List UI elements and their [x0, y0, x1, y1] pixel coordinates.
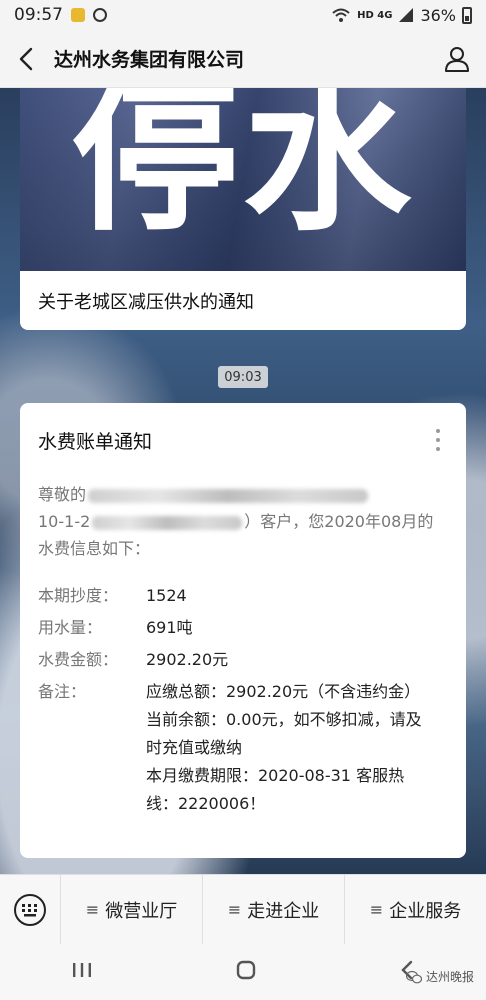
bill-notification-card[interactable]: 水费账单通知 尊敬的 10-1-2 ）客户，您2020年08月的 水费信息如下： … — [20, 403, 466, 858]
status-time: 09:57 — [14, 5, 63, 25]
field-label: 用水量： — [38, 618, 103, 637]
home-icon — [236, 960, 256, 980]
menu-icon: ≡ — [85, 900, 100, 919]
wifi-icon — [332, 8, 350, 22]
back-arrow-icon — [19, 47, 33, 70]
greeting-line3: 水费信息如下： — [38, 539, 151, 558]
cover-text: 停水 — [71, 88, 415, 254]
redacted-account — [92, 515, 243, 530]
bottom-menu: ≡ 微营业厅 ≡ 走进企业 ≡ 企业服务 — [0, 874, 486, 944]
bill-fields: 本期抄度： 1524 用水量： 691吨 水费金额： 2902.20元 备注： … — [38, 580, 448, 818]
remark-line: 当前余额：0.00元，如不够扣减，请及 — [146, 710, 422, 729]
field-value: 1524 — [146, 586, 187, 605]
remark-line: 应缴总额：2902.20元（不含违约金） — [146, 682, 421, 701]
keyboard-icon — [14, 893, 46, 926]
watermark: 达州晚报 — [405, 968, 474, 985]
field-amount: 水费金额： 2902.20元 — [38, 644, 448, 676]
remark-line: 时充值或缴纳 — [146, 738, 243, 757]
menu-icon: ≡ — [369, 900, 384, 919]
keyboard-toggle-button[interactable] — [0, 875, 60, 944]
bill-greeting: 尊敬的 10-1-2 ）客户，您2020年08月的 水费信息如下： — [38, 481, 448, 562]
field-label: 本期抄度： — [38, 586, 119, 605]
sync-icon — [93, 8, 107, 22]
account-button[interactable] — [442, 44, 472, 74]
dot-icon — [436, 438, 440, 442]
field-usage: 用水量： 691吨 — [38, 612, 448, 644]
bill-title: 水费账单通知 — [38, 430, 153, 453]
watermark-text: 达州晚报 — [425, 970, 474, 984]
field-label: 水费金额： — [38, 650, 119, 669]
more-options-button[interactable] — [428, 425, 448, 455]
field-remark: 备注： 应缴总额：2902.20元（不含违约金） 当前余额：0.00元，如不够扣… — [38, 676, 448, 818]
menu-item-service-hall[interactable]: ≡ 微营业厅 — [60, 875, 202, 944]
menu-label: 微营业厅 — [105, 900, 178, 922]
network-indicator: HD 4G — [357, 9, 393, 21]
status-bar: 09:57 HD 4G 36% — [0, 0, 486, 30]
dot-icon — [436, 447, 440, 451]
menu-item-about-company[interactable]: ≡ 走进企业 — [202, 875, 344, 944]
menu-label: 走进企业 — [247, 900, 320, 922]
nav-bar: 达州水务集团有限公司 — [0, 30, 486, 88]
dot-icon — [436, 429, 440, 433]
battery-icon — [462, 6, 472, 24]
back-button[interactable] — [14, 44, 38, 74]
remark-line: 线：2220006！ — [146, 794, 266, 813]
field-reading: 本期抄度： 1524 — [38, 580, 448, 612]
home-button[interactable] — [235, 959, 257, 985]
wechat-icon — [405, 970, 422, 983]
field-value: 2902.20元 — [146, 650, 229, 669]
notification-icon — [71, 8, 85, 22]
field-value: 691吨 — [146, 618, 193, 637]
menu-label: 企业服务 — [389, 900, 462, 922]
page-title: 达州水务集团有限公司 — [54, 49, 245, 71]
redacted-name — [88, 488, 369, 503]
recent-apps-button[interactable] — [71, 960, 93, 984]
signal-icon — [399, 8, 414, 22]
greeting-account-prefix: 10-1-2 — [38, 512, 91, 531]
remark-line: 本月缴费期限：2020-08-31 客服热 — [146, 766, 405, 785]
greeting-prefix: 尊敬的 — [38, 485, 87, 504]
article-cover-image: 停水 — [20, 88, 466, 271]
remark-text: 应缴总额：2902.20元（不含违约金） 当前余额：0.00元，如不够扣减，请及… — [146, 678, 422, 818]
message-time: 09:03 — [218, 366, 268, 388]
greeting-account-suffix: ）客户，您2020年08月的 — [244, 512, 434, 531]
article-title: 关于老城区减压供水的通知 — [38, 291, 254, 313]
user-icon — [445, 46, 469, 72]
battery-percent: 36% — [420, 5, 456, 25]
article-card[interactable]: 停水 关于老城区减压供水的通知 — [20, 88, 466, 330]
menu-item-company-services[interactable]: ≡ 企业服务 — [344, 875, 486, 944]
menu-icon: ≡ — [227, 900, 242, 919]
recent-apps-icon — [73, 963, 91, 977]
field-label: 备注： — [38, 682, 87, 701]
